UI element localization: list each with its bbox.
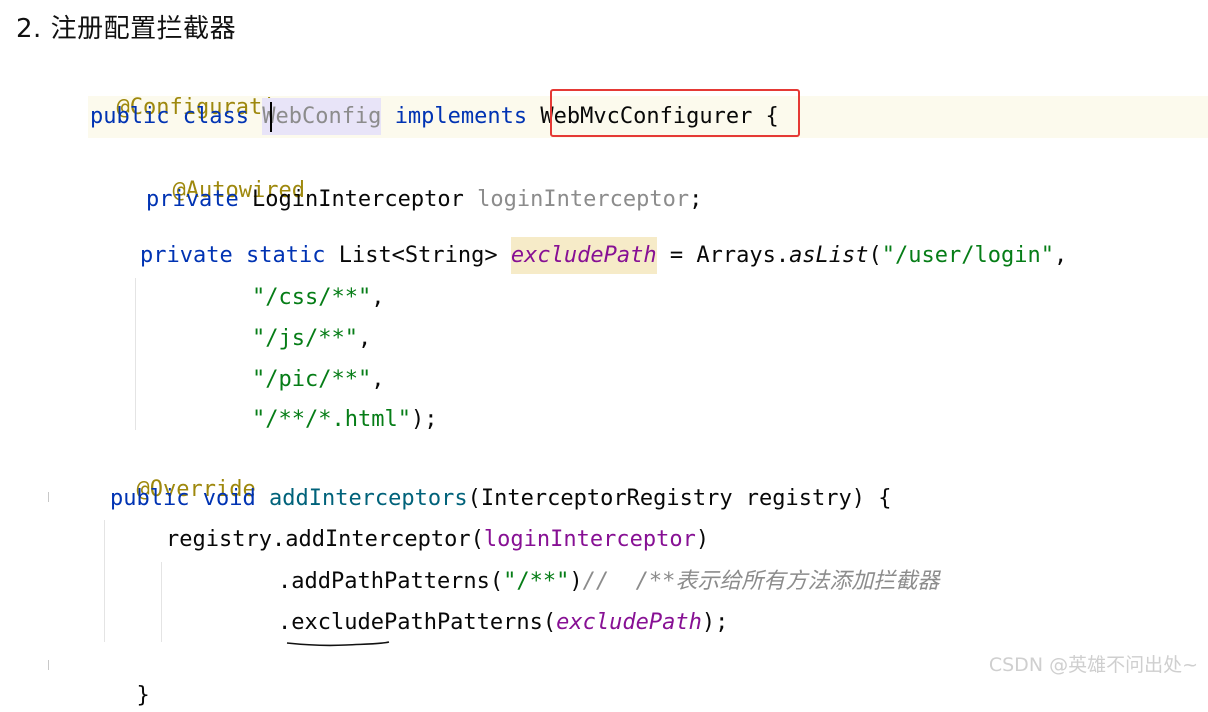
code-line-method-declaration[interactable]: public void addInterceptors(InterceptorR… [110, 483, 892, 515]
watermark: CSDN @英雄不问出处~ [988, 654, 1198, 676]
keyword-class: class [182, 104, 249, 129]
keyword-private: private [146, 187, 239, 212]
code-line-exclude-path-patterns[interactable]: .excludePathPatterns(excludePath); [278, 607, 728, 639]
code-line-add-path-patterns[interactable]: .addPathPatterns("/**")// /**表示给所有方法添加拦截… [278, 566, 939, 598]
comma: , [371, 285, 385, 310]
paren-open: ( [868, 243, 882, 268]
keyword-public: public [90, 104, 170, 129]
keyword-public: public [110, 486, 190, 511]
comma: , [357, 326, 372, 351]
paren-close: ) [695, 527, 710, 552]
field-exclude-path-ref: excludePath [556, 610, 702, 635]
method-aslist: asList [789, 243, 869, 268]
code-line-closing-brace: } [110, 648, 150, 708]
field-login-interceptor: loginInterceptor [477, 187, 690, 212]
method-add-interceptors[interactable]: addInterceptors [269, 486, 468, 511]
keyword-implements: implements [394, 104, 528, 129]
code-line-html: "/**/*.html"); [252, 404, 437, 436]
brace-close: } [136, 683, 150, 708]
assign-arrays: = Arrays. [656, 243, 790, 268]
paren-close-semicolon: ); [410, 407, 438, 432]
code-line-css: "/css/**", [252, 282, 384, 314]
code-line-pic: "/pic/**", [252, 364, 384, 396]
keyword-private: private [140, 243, 233, 268]
paren-close: ) [569, 569, 583, 594]
comma: , [1053, 243, 1068, 268]
field-login-interceptor-ref: loginInterceptor [483, 527, 696, 552]
string-pic: "/pic/**" [252, 367, 372, 392]
class-name[interactable]: WebConfig [262, 98, 382, 135]
code-line-add-interceptor[interactable]: registry.addInterceptor(loginInterceptor… [166, 524, 709, 556]
paren-close-semicolon: ); [701, 610, 729, 635]
keyword-void: void [202, 486, 256, 511]
text-cursor [270, 102, 272, 132]
code-comment: // /**表示给所有方法添加拦截器 [582, 569, 940, 594]
keyword-static: static [245, 243, 326, 268]
code-line-field-login-interceptor[interactable]: private LoginInterceptor loginIntercepto… [146, 184, 702, 216]
indent-guide-method [104, 520, 105, 642]
string-css: "/css/**" [252, 285, 372, 310]
string-all: "/**" [503, 569, 570, 594]
code-line-exclude-path[interactable]: private static List<String> excludePath … [140, 237, 1068, 274]
string-html: "/**/*.html" [252, 407, 411, 432]
highlight-box [550, 89, 800, 137]
exclude-path-patterns: .excludePathPatterns( [278, 610, 557, 635]
comma: , [371, 367, 385, 392]
string-user-login: "/user/login" [881, 243, 1054, 268]
type-list: List<String> [338, 243, 498, 268]
type-login-interceptor: LoginInterceptor [251, 187, 464, 212]
registry-add-interceptor: registry.addInterceptor( [166, 527, 484, 552]
section-heading: 2. 注册配置拦截器 [16, 14, 237, 44]
code-line-annotation-configuration: @Configuration [90, 60, 302, 120]
fold-marker-top [48, 492, 49, 502]
indent-guide-chain [161, 562, 162, 642]
semicolon: ; [689, 187, 703, 212]
code-line-annotation-autowired: @Autowired [146, 143, 305, 203]
indent-guide-list [135, 278, 136, 430]
field-exclude-path: excludePath [510, 237, 657, 274]
code-line-annotation-override: @Override [110, 442, 256, 502]
method-params: (InterceptorRegistry registry) { [467, 486, 892, 511]
add-path-patterns: .addPathPatterns( [278, 569, 504, 594]
fold-marker-bottom [48, 660, 49, 670]
code-line-js: "/js/**", [252, 323, 371, 355]
string-js: "/js/**" [252, 326, 358, 351]
hand-drawn-underline [286, 641, 390, 647]
